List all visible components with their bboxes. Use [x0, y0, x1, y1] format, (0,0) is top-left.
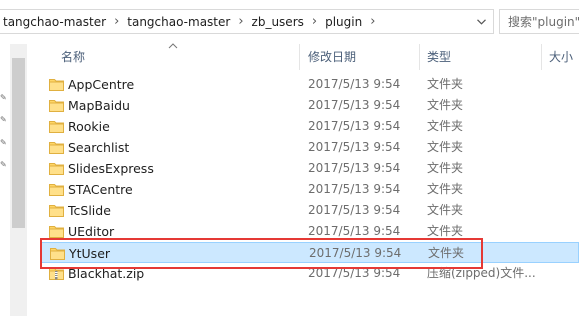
pin-icon[interactable]: ✎	[0, 139, 7, 147]
file-row[interactable]: Searchlist 2017/5/13 9:54 文件夹	[41, 137, 579, 158]
file-date: 2017/5/13 9:54	[308, 161, 401, 175]
file-type: 文件夹	[427, 224, 464, 238]
address-dropdown-button[interactable]	[469, 10, 493, 33]
file-row[interactable]: AppCentre 2017/5/13 9:54 文件夹	[41, 74, 579, 95]
pin-icon[interactable]: ✎	[0, 94, 7, 102]
file-name: Searchlist	[68, 140, 130, 155]
file-row[interactable]: SlidesExpress 2017/5/13 9:54 文件夹	[41, 158, 579, 179]
search-input[interactable]	[500, 10, 579, 33]
file-type: 文件夹	[428, 246, 465, 260]
folder-icon	[49, 163, 64, 175]
folder-icon	[49, 142, 64, 154]
file-type: 文件夹	[427, 140, 464, 154]
scrollbar-thumb[interactable]	[12, 58, 25, 228]
file-date: 2017/5/13 9:54	[308, 203, 401, 217]
file-row[interactable]: UEditor 2017/5/13 9:54 文件夹	[41, 221, 579, 242]
breadcrumb-separator-icon[interactable]: ›	[233, 14, 248, 29]
search-box[interactable]	[499, 9, 579, 34]
breadcrumb-item[interactable]: plugin	[322, 15, 365, 29]
folder-icon	[50, 248, 65, 260]
breadcrumb: tangchao-master › tangchao-master › zb_u…	[0, 10, 380, 33]
file-name: MapBaidu	[68, 98, 130, 113]
file-row-selected[interactable]: YtUser 2017/5/13 9:54 文件夹	[41, 242, 579, 263]
column-divider[interactable]	[419, 44, 420, 70]
file-date: 2017/5/13 9:54	[308, 182, 401, 196]
column-divider[interactable]	[299, 44, 300, 70]
file-name: Rookie	[68, 119, 110, 134]
file-name: YtUser	[69, 246, 111, 261]
file-type: 压缩(zipped)文件...	[427, 266, 536, 280]
file-row[interactable]: Blackhat.zip 2017/5/13 9:54 压缩(zipped)文件…	[41, 263, 579, 284]
file-date: 2017/5/13 9:54	[308, 77, 401, 91]
file-row[interactable]: TcSlide 2017/5/13 9:54 文件夹	[41, 200, 579, 221]
file-type: 文件夹	[427, 203, 464, 217]
folder-icon	[49, 226, 64, 238]
file-date: 2017/5/13 9:54	[309, 246, 402, 260]
breadcrumb-item[interactable]: tangchao-master	[124, 15, 233, 29]
column-header-size[interactable]: 大小	[549, 44, 573, 70]
file-type: 文件夹	[427, 161, 464, 175]
breadcrumb-separator-icon[interactable]: ›	[307, 14, 322, 29]
breadcrumb-item[interactable]: tangchao-master	[0, 15, 109, 29]
column-divider[interactable]	[541, 44, 542, 70]
column-header-row: 名称 修改日期 类型 大小	[27, 43, 579, 70]
address-bar[interactable]: tangchao-master › tangchao-master › zb_u…	[0, 9, 494, 34]
file-name: TcSlide	[68, 203, 111, 218]
file-name: AppCentre	[68, 77, 135, 92]
file-date: 2017/5/13 9:54	[308, 266, 401, 280]
sort-ascending-icon	[168, 43, 178, 49]
file-date: 2017/5/13 9:54	[308, 140, 401, 154]
pin-icon[interactable]: ✎	[0, 116, 7, 124]
chevron-down-icon	[476, 18, 486, 25]
file-date: 2017/5/13 9:54	[308, 224, 401, 238]
file-date: 2017/5/13 9:54	[308, 98, 401, 112]
file-type: 文件夹	[427, 98, 464, 112]
file-row[interactable]: STACentre 2017/5/13 9:54 文件夹	[41, 179, 579, 200]
file-name: STACentre	[68, 182, 133, 197]
file-name: SlidesExpress	[68, 161, 154, 176]
file-type: 文件夹	[427, 77, 464, 91]
file-row[interactable]: Rookie 2017/5/13 9:54 文件夹	[41, 116, 579, 137]
folder-icon	[49, 100, 64, 112]
file-row[interactable]: MapBaidu 2017/5/13 9:54 文件夹	[41, 95, 579, 116]
column-header-name[interactable]: 名称	[61, 44, 85, 70]
breadcrumb-separator-icon[interactable]: ›	[365, 14, 380, 29]
folder-icon	[49, 205, 64, 217]
column-header-type[interactable]: 类型	[427, 44, 451, 70]
folder-icon	[49, 79, 64, 91]
folder-icon	[49, 184, 64, 196]
zip-folder-icon	[49, 268, 64, 280]
file-date: 2017/5/13 9:54	[308, 119, 401, 133]
file-name: UEditor	[68, 224, 115, 239]
file-name: Blackhat.zip	[68, 266, 145, 281]
file-type: 文件夹	[427, 182, 464, 196]
pin-icon[interactable]: ✎	[0, 161, 7, 169]
address-bar-area: tangchao-master › tangchao-master › zb_u…	[0, 0, 579, 44]
breadcrumb-item[interactable]: zb_users	[249, 15, 307, 29]
navigation-pane: ✎ ✎ ✎ ✎	[0, 44, 10, 316]
breadcrumb-separator-icon[interactable]: ›	[109, 14, 124, 29]
column-header-date[interactable]: 修改日期	[308, 44, 356, 70]
folder-icon	[49, 121, 64, 133]
file-type: 文件夹	[427, 119, 464, 133]
